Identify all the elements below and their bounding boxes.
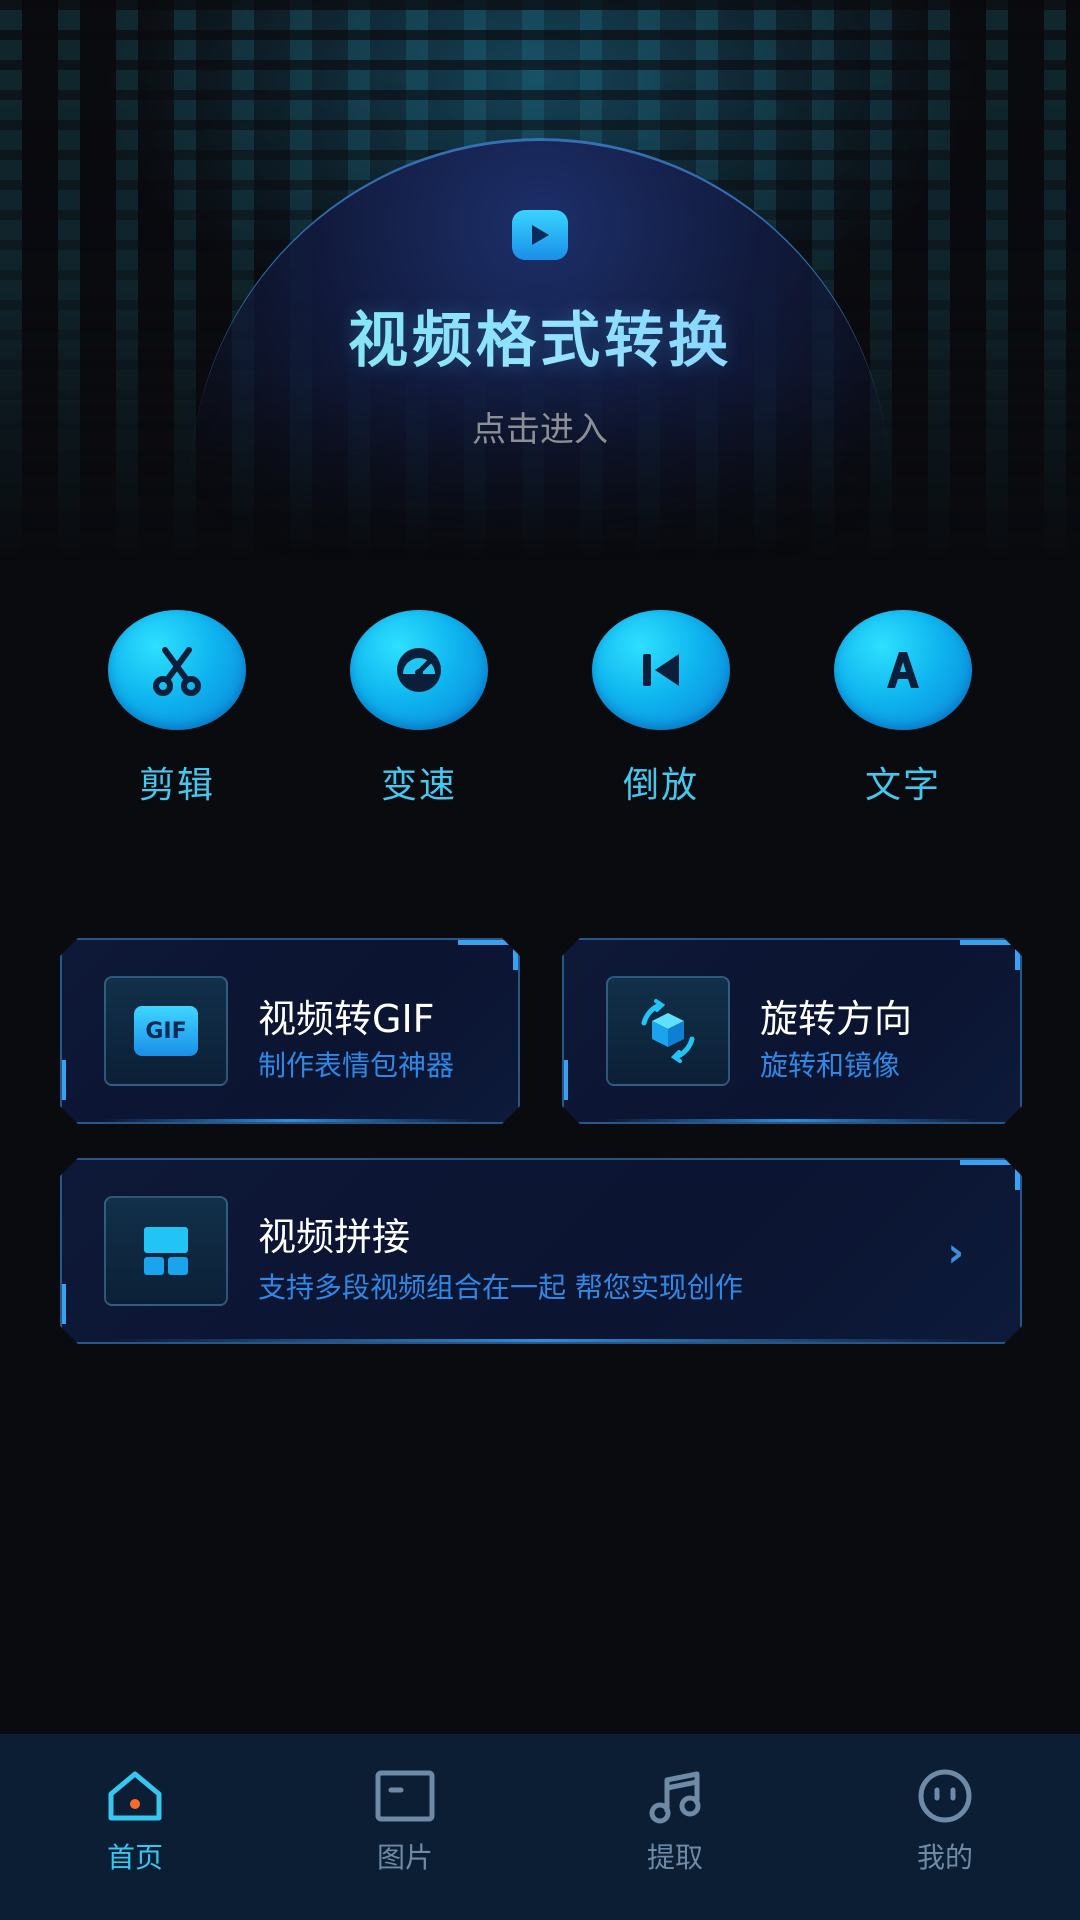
card-corner-accent	[960, 940, 1020, 970]
nav-label: 提取	[646, 1841, 703, 1874]
tool-cut[interactable]: 剪辑	[107, 610, 247, 810]
gif-icon: GIF	[104, 976, 228, 1086]
card-corner-accent	[960, 1160, 1020, 1190]
image-icon	[375, 1770, 435, 1822]
card-subtitle: 旋转和镜像	[760, 1049, 901, 1082]
hero-subtitle[interactable]: 点击进入	[0, 402, 1080, 451]
card-edge-accent	[62, 1284, 66, 1324]
card-subtitle: 支持多段视频组合在一起 帮您实现创作	[258, 1271, 743, 1304]
text-icon	[834, 610, 972, 730]
card-title: 视频拼接	[258, 1215, 411, 1259]
rotate-cube-icon	[606, 976, 730, 1086]
video-splice-card[interactable]: 视频拼接 支持多段视频组合在一起 帮您实现创作 ›	[60, 1158, 1022, 1344]
card-edge-accent	[564, 1060, 568, 1100]
home-icon	[108, 1771, 162, 1821]
card-corner-accent	[458, 940, 518, 970]
nav-label: 图片	[376, 1841, 433, 1874]
tool-text[interactable]: 文字	[833, 610, 973, 810]
card-glow	[604, 1119, 980, 1122]
profile-icon	[918, 1769, 972, 1823]
grid-icon	[104, 1196, 228, 1306]
music-icon	[649, 1771, 701, 1824]
nav-images[interactable]: 图片	[335, 1768, 475, 1878]
gif-icon-text: GIF	[145, 1018, 187, 1044]
nav-profile[interactable]: 我的	[875, 1768, 1015, 1878]
tool-reverse[interactable]: 倒放	[591, 610, 731, 810]
play-icon	[512, 210, 568, 260]
tool-label: 剪辑	[138, 765, 215, 806]
video-to-gif-card[interactable]: GIF 视频转GIF 制作表情包神器	[60, 938, 520, 1124]
scissors-icon	[108, 610, 246, 730]
chevron-right-icon: ›	[947, 1230, 964, 1276]
tool-label: 倒放	[622, 765, 699, 806]
card-title: 视频转GIF	[258, 997, 435, 1041]
nav-label: 首页	[106, 1841, 163, 1874]
rotate-card[interactable]: 旋转方向 旋转和镜像	[562, 938, 1022, 1124]
nav-extract[interactable]: 提取	[605, 1768, 745, 1878]
card-edge-accent	[62, 1060, 66, 1100]
card-subtitle: 制作表情包神器	[258, 1049, 455, 1082]
tool-label: 文字	[864, 765, 941, 806]
tool-speed[interactable]: 变速	[349, 610, 489, 810]
card-glow	[102, 1339, 980, 1342]
speedometer-icon	[350, 610, 488, 730]
rewind-icon	[592, 610, 730, 730]
card-title: 旋转方向	[760, 997, 913, 1041]
nav-home[interactable]: 首页	[65, 1768, 205, 1878]
tool-label: 变速	[380, 765, 457, 806]
nav-label: 我的	[916, 1841, 973, 1874]
bottom-nav: 首页 图片 提取 我的	[0, 1734, 1080, 1920]
hero-title: 视频格式转换	[0, 292, 1080, 379]
card-glow	[102, 1119, 478, 1122]
